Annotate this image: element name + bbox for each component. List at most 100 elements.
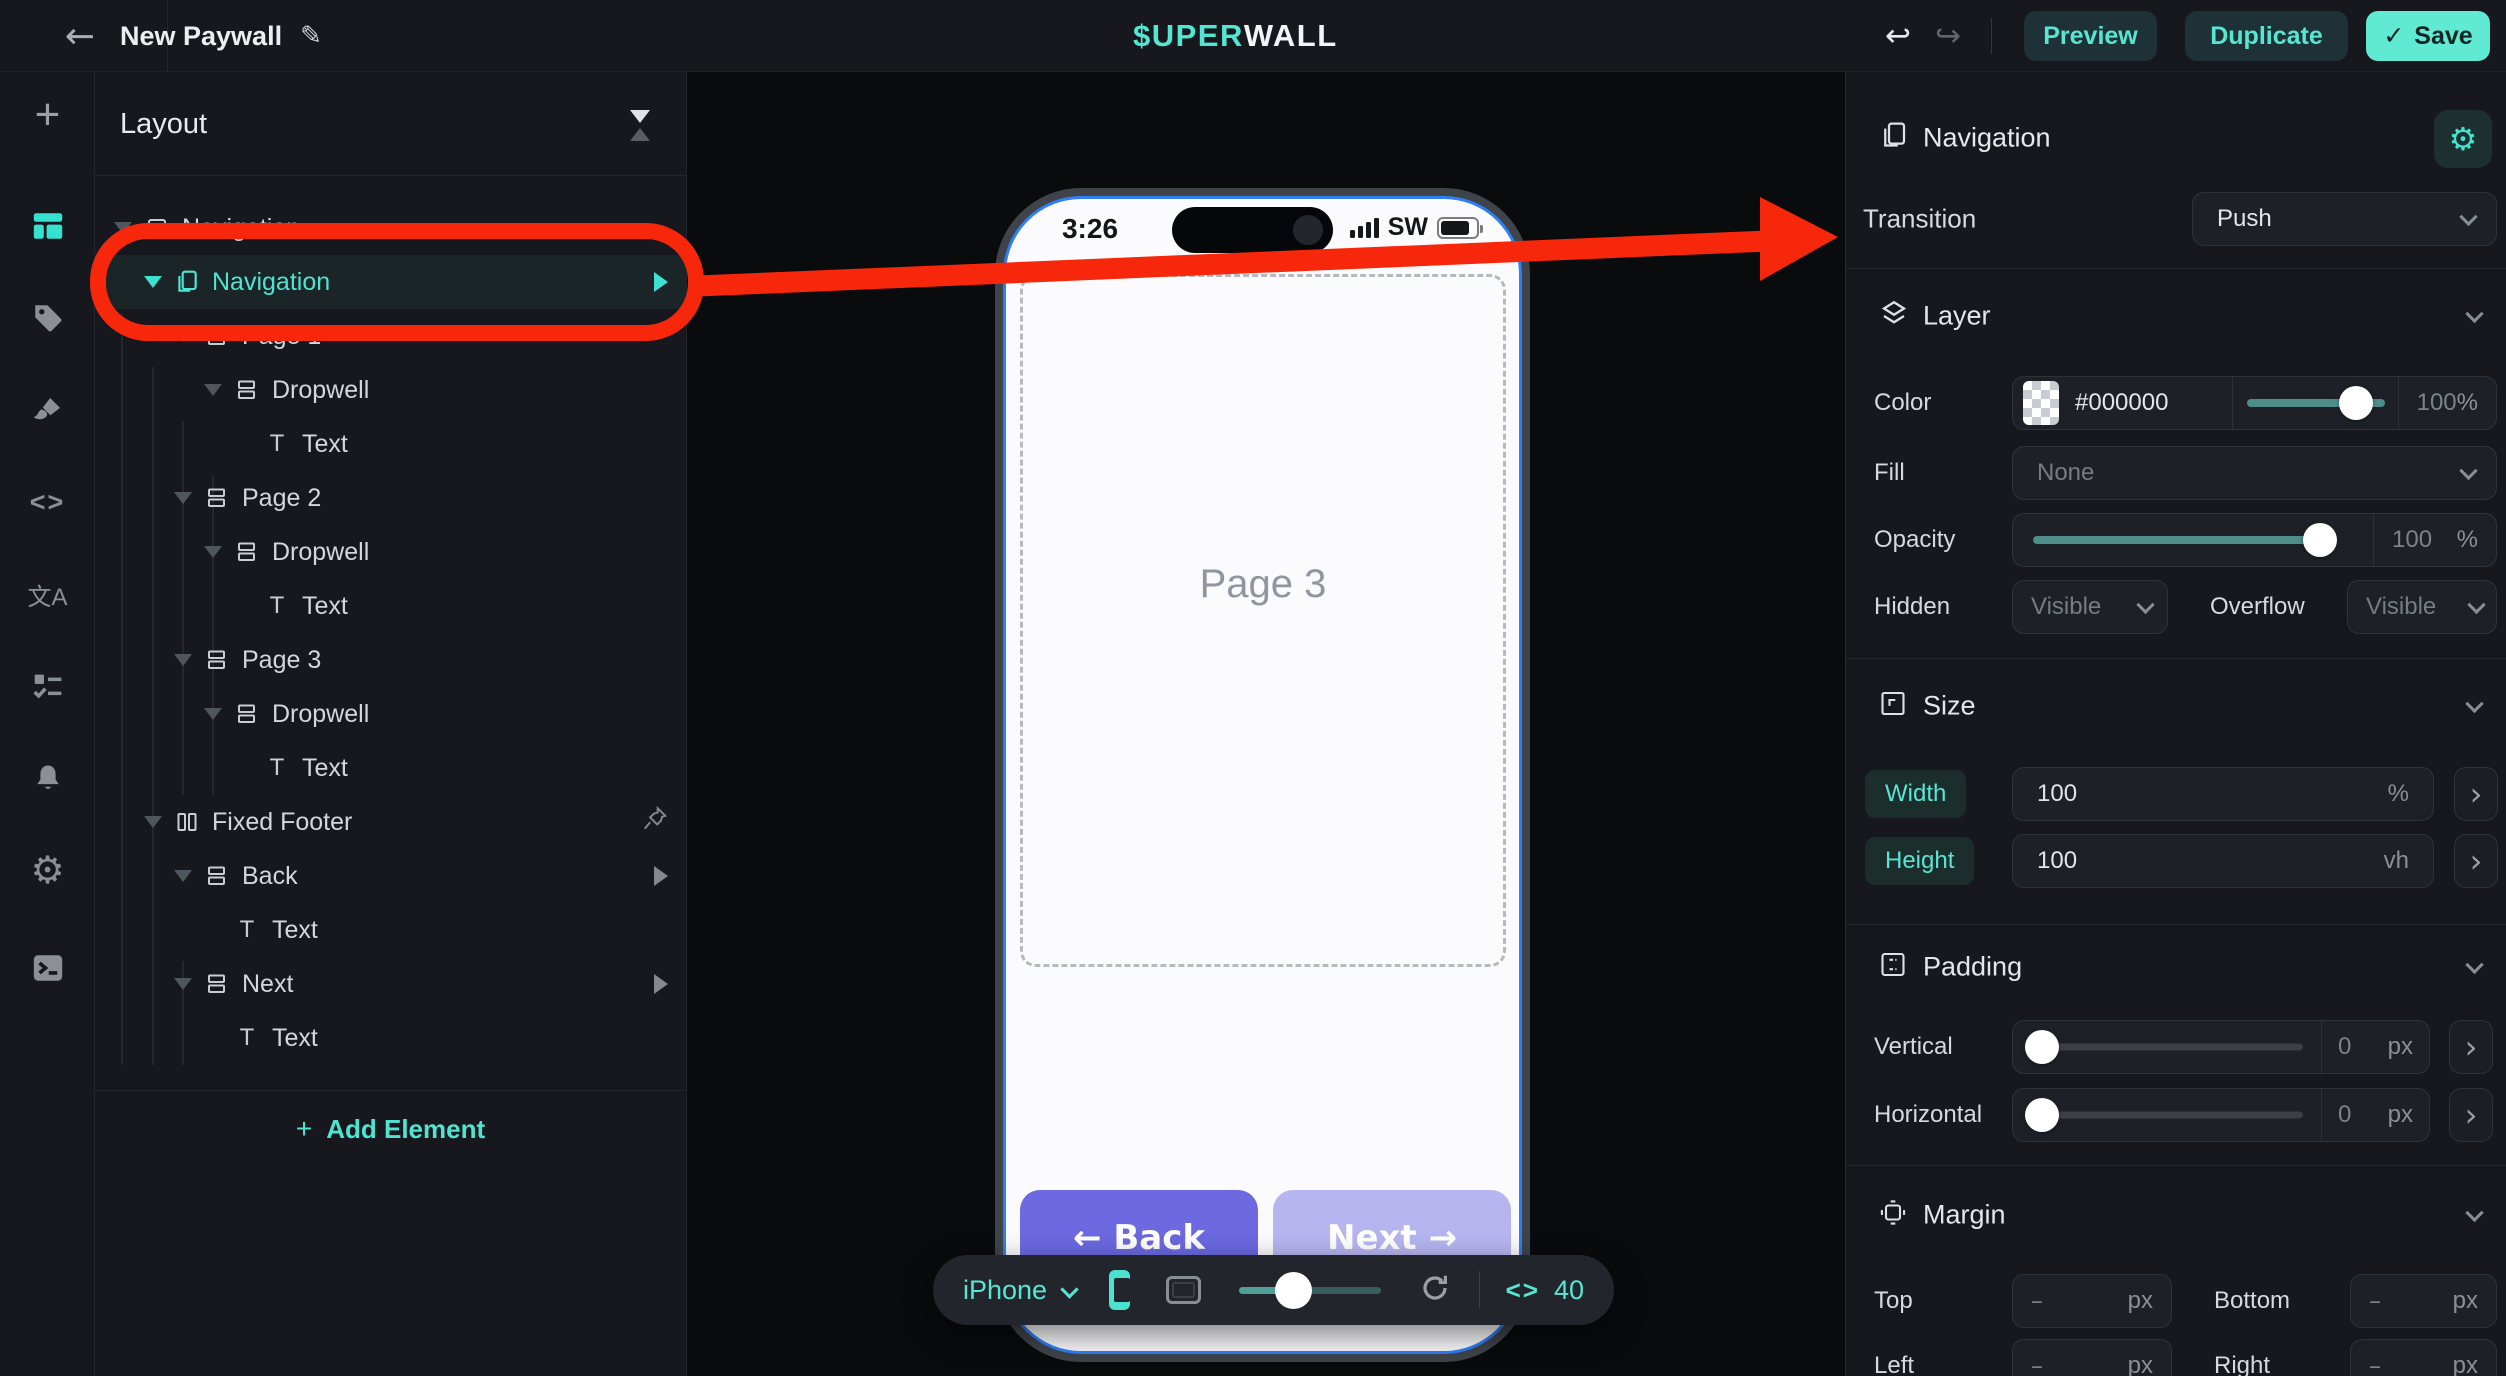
color-alpha-slider[interactable]: [2232, 377, 2398, 429]
back-button[interactable]: ←: [52, 14, 108, 58]
slider-thumb[interactable]: [2303, 523, 2337, 557]
overflow-dropdown[interactable]: Visible: [2347, 580, 2497, 634]
slider-thumb[interactable]: [2025, 1030, 2059, 1064]
tree-row-page-2[interactable]: Page 2: [95, 471, 686, 525]
preview-button[interactable]: Preview: [2024, 11, 2157, 61]
portrait-orientation-icon[interactable]: [1109, 1270, 1131, 1310]
settings-gear-icon[interactable]: ⚙: [0, 850, 95, 890]
disclosure-triangle-icon[interactable]: [114, 222, 132, 234]
tree-row-page-3[interactable]: Page 3: [95, 633, 686, 687]
margin-left-input[interactable]: – px: [2012, 1339, 2172, 1376]
padding-vertical-field[interactable]: 0 px: [2321, 1021, 2429, 1073]
margin-right-input[interactable]: – px: [2350, 1339, 2497, 1376]
add-element-button[interactable]: + Add Element: [95, 1113, 686, 1145]
drill-right-icon[interactable]: [654, 272, 668, 292]
slider-thumb[interactable]: [2339, 386, 2373, 420]
zoom-slider[interactable]: [1239, 1272, 1381, 1308]
margin-bottom-input[interactable]: – px: [2350, 1274, 2497, 1328]
tree-row-text[interactable]: TText: [95, 741, 686, 795]
color-percent-value[interactable]: 100: [2417, 389, 2457, 417]
zoom-value[interactable]: 40: [1554, 1275, 1584, 1306]
notifications-bell-icon[interactable]: [0, 758, 95, 798]
padding-vertical-slider[interactable]: [2013, 1021, 2321, 1073]
color-swatch-field[interactable]: #000000: [2013, 377, 2232, 429]
pin-icon[interactable]: [642, 806, 668, 839]
width-expand-button[interactable]: ›: [2454, 767, 2498, 821]
console-icon[interactable]: [0, 948, 95, 988]
zoom-slider-thumb[interactable]: [1275, 1272, 1312, 1309]
tree-row-page-1[interactable]: Page 1: [95, 309, 686, 363]
width-input[interactable]: 100 %: [2012, 767, 2434, 821]
padding-horizontal-value[interactable]: 0: [2338, 1101, 2351, 1129]
undo-icon[interactable]: ↩: [1885, 21, 1911, 52]
transition-dropdown[interactable]: Push: [2192, 192, 2497, 246]
tree-row-back[interactable]: Back: [95, 849, 686, 903]
disclosure-triangle-icon[interactable]: [174, 654, 192, 666]
tree-row-navigation[interactable]: Navigation: [95, 255, 686, 309]
landscape-orientation-icon[interactable]: [1166, 1276, 1201, 1304]
code-icon[interactable]: <>: [0, 482, 95, 522]
redo-icon[interactable]: ↪: [1935, 21, 1961, 52]
disclosure-triangle-icon[interactable]: [174, 492, 192, 504]
margin-top-input[interactable]: – px: [2012, 1274, 2172, 1328]
styles-brush-icon[interactable]: [0, 390, 95, 430]
width-value[interactable]: 100: [2037, 780, 2077, 808]
tree-row-text[interactable]: TText: [95, 417, 686, 471]
tags-icon[interactable]: [0, 298, 95, 338]
padding-horizontal-expand-button[interactable]: ›: [2449, 1088, 2493, 1142]
chevron-down-icon[interactable]: [2466, 696, 2482, 712]
opacity-value[interactable]: 100: [2392, 526, 2432, 554]
chevron-down-icon[interactable]: [1061, 1282, 1074, 1298]
element-settings-button[interactable]: ⚙: [2434, 110, 2492, 168]
duplicate-button[interactable]: Duplicate: [2185, 11, 2348, 61]
fill-dropdown[interactable]: None: [2012, 446, 2497, 500]
localization-icon[interactable]: 文A: [0, 574, 95, 614]
disclosure-triangle-icon[interactable]: [204, 384, 222, 396]
refresh-icon[interactable]: [1419, 1272, 1451, 1309]
padding-vertical-expand-button[interactable]: ›: [2449, 1020, 2493, 1074]
disclosure-triangle-icon[interactable]: [204, 546, 222, 558]
transparent-swatch[interactable]: [2023, 381, 2059, 425]
color-percent-field[interactable]: 100 %: [2398, 377, 2496, 429]
disclosure-triangle-icon[interactable]: [204, 708, 222, 720]
layer-section-header[interactable]: Layer: [1846, 289, 2506, 343]
phone-screen[interactable]: 3:26 SW Page 3 ← Back Next →: [1003, 196, 1522, 1354]
padding-horizontal-slider[interactable]: [2013, 1089, 2321, 1141]
disclosure-triangle-icon[interactable]: [144, 276, 162, 288]
height-input[interactable]: 100 vh: [2012, 834, 2434, 888]
tree-row-dropwell[interactable]: Dropwell: [95, 363, 686, 417]
layout-panel-icon[interactable]: [0, 206, 95, 246]
padding-section-header[interactable]: Padding: [1846, 940, 2506, 994]
chevron-down-icon[interactable]: [2466, 957, 2482, 973]
code-view-icon[interactable]: <>: [1506, 1275, 1540, 1306]
design-canvas[interactable]: 3:26 SW Page 3 ← Back Next →: [687, 72, 1845, 1376]
drill-right-icon[interactable]: [654, 866, 668, 886]
margin-section-header[interactable]: Margin: [1846, 1188, 2506, 1242]
disclosure-triangle-icon[interactable]: [174, 978, 192, 990]
padding-vertical-value[interactable]: 0: [2338, 1033, 2351, 1061]
padding-horizontal-field[interactable]: 0 px: [2321, 1089, 2429, 1141]
slider-thumb[interactable]: [2025, 1098, 2059, 1132]
margin-top-value[interactable]: –: [2031, 1287, 2043, 1315]
chevron-down-icon[interactable]: [2466, 1205, 2482, 1221]
device-select[interactable]: iPhone: [963, 1275, 1047, 1306]
drill-right-icon[interactable]: [654, 974, 668, 994]
size-section-header[interactable]: Size: [1846, 679, 2506, 733]
height-chip[interactable]: Height: [1865, 837, 1974, 885]
color-hex-value[interactable]: #000000: [2075, 389, 2168, 417]
margin-right-value[interactable]: –: [2369, 1352, 2381, 1376]
tree-row-navigation[interactable]: Navigation: [95, 201, 686, 255]
checklist-icon[interactable]: [0, 666, 95, 706]
margin-left-value[interactable]: –: [2031, 1352, 2043, 1376]
width-chip[interactable]: Width: [1865, 770, 1966, 818]
save-button[interactable]: ✓ Save: [2366, 11, 2490, 61]
tree-row-fixed-footer[interactable]: Fixed Footer: [95, 795, 686, 849]
tree-row-text[interactable]: TText: [95, 579, 686, 633]
tree-row-dropwell[interactable]: Dropwell: [95, 687, 686, 741]
tree-row-text[interactable]: TText: [95, 903, 686, 957]
tree-row-next[interactable]: Next: [95, 957, 686, 1011]
add-element-icon[interactable]: +: [0, 95, 95, 135]
height-value[interactable]: 100: [2037, 847, 2077, 875]
opacity-slider[interactable]: [2013, 514, 2373, 566]
edit-title-icon[interactable]: ✎: [300, 21, 322, 51]
